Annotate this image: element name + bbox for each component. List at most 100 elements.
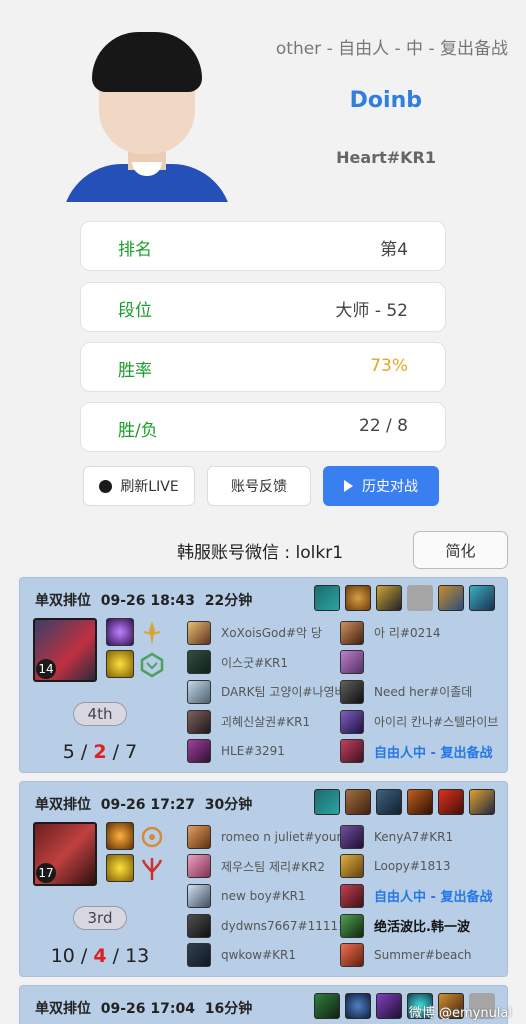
player-name: 괴혜신살권#KR1 bbox=[221, 715, 311, 730]
player-row[interactable]: Summer#beach bbox=[340, 940, 504, 970]
team-b-list: 아 리#0214 Need her#이졸데 아이리 칸나#스텔라이브 自由人中 … bbox=[340, 618, 504, 766]
player-row[interactable]: 自由人中 - 复出备战 bbox=[340, 881, 504, 911]
champion-icon bbox=[340, 943, 364, 968]
item-icon bbox=[314, 585, 340, 611]
player-row[interactable]: XoXoisGod#악 당 bbox=[187, 618, 351, 648]
player-name: Summer#beach bbox=[374, 948, 472, 963]
player-name: Doinb bbox=[349, 88, 422, 113]
player-row[interactable]: 이스굿#KR1 bbox=[187, 648, 351, 678]
item-bar bbox=[314, 789, 495, 815]
player-row[interactable]: romeo n juliet#youra bbox=[187, 822, 351, 852]
champion-icon bbox=[340, 883, 364, 908]
player-row[interactable]: 아이리 칸나#스텔라이브 bbox=[340, 707, 504, 737]
champion-icon bbox=[340, 854, 364, 879]
player-row[interactable]: KenyA7#KR1 bbox=[340, 822, 504, 852]
account-feedback-label: 账号反馈 bbox=[231, 479, 287, 495]
player-name: HLE#3291 bbox=[221, 744, 285, 759]
player-row[interactable]: Need her#이졸데 bbox=[340, 677, 504, 707]
match-history-label: 历史对战 bbox=[362, 479, 418, 495]
summoner-spell-icon bbox=[106, 618, 134, 646]
player-name: qwkow#KR1 bbox=[221, 948, 297, 963]
player-name: DARK팀 고양이#나영바 bbox=[221, 685, 346, 700]
kda-deaths: 2 bbox=[93, 741, 107, 763]
match-mode: 单双排位 bbox=[35, 1001, 91, 1017]
match-duration: 16分钟 bbox=[204, 1001, 253, 1017]
secondary-rune-icon bbox=[140, 652, 164, 678]
player-row[interactable]: Loopy#1813 bbox=[340, 852, 504, 882]
champion-icon bbox=[340, 709, 364, 734]
champion-icon bbox=[340, 913, 364, 938]
flash-spell-icon bbox=[106, 650, 134, 678]
player-name: 아이리 칸나#스텔라이브 bbox=[374, 715, 499, 730]
champion-icon bbox=[340, 620, 364, 645]
kda-score: 10 / 4 / 13 bbox=[50, 945, 150, 967]
player-row[interactable]: 아 리#0214 bbox=[340, 618, 504, 648]
item-icon bbox=[438, 789, 464, 815]
match-history-button[interactable]: 历史对战 bbox=[323, 466, 439, 506]
item-bar bbox=[314, 585, 495, 611]
match-header: 单双排位 09-26 18:43 22分钟 bbox=[35, 590, 252, 610]
stat-label: 排名 bbox=[118, 240, 152, 260]
refresh-live-label: 刷新LIVE bbox=[120, 479, 179, 495]
kda-kills: 10 bbox=[50, 945, 75, 967]
stat-card-winrate: 胜率 73% bbox=[80, 342, 446, 392]
champion-icon bbox=[187, 913, 211, 938]
kda-deaths: 4 bbox=[93, 945, 107, 967]
match-mode: 单双排位 bbox=[35, 593, 91, 609]
team-status-line: other - 自由人 - 中 - 复出备战 bbox=[275, 39, 508, 59]
item-icon bbox=[376, 789, 402, 815]
match-card[interactable]: 单双排位 09-26 17:27 30分钟 17 3rd 10 / 4 / 13… bbox=[19, 781, 508, 977]
champion-icon bbox=[340, 679, 364, 704]
kda-assists: 13 bbox=[125, 945, 150, 967]
player-photo bbox=[62, 32, 232, 202]
player-row[interactable]: 自由人中 - 复出备战 bbox=[340, 736, 504, 766]
player-name: 绝活波比.韩一波 bbox=[374, 920, 470, 936]
player-row[interactable]: new boy#KR1 bbox=[187, 881, 351, 911]
item-icon bbox=[407, 789, 433, 815]
flash-spell-icon bbox=[106, 854, 134, 882]
match-card[interactable]: 单双排位 09-26 18:43 22分钟 14 4th 5 / 2 / 7 X… bbox=[19, 577, 508, 773]
stat-card-tier: 段位 大师 - 52 bbox=[80, 282, 446, 332]
player-row[interactable]: HLE#3291 bbox=[187, 736, 351, 766]
player-name: Need her#이졸데 bbox=[374, 685, 473, 700]
player-name: Loopy#1813 bbox=[374, 859, 451, 874]
stat-card-win-loss: 胜/负 22 / 8 bbox=[80, 402, 446, 452]
champion-portrait: 14 bbox=[33, 618, 97, 682]
champion-icon bbox=[187, 943, 211, 968]
stat-value: 大师 - 52 bbox=[335, 301, 408, 321]
player-name: dydwns7667#11111 bbox=[221, 918, 346, 933]
empty-item-slot bbox=[407, 585, 433, 611]
stat-label: 段位 bbox=[118, 301, 152, 321]
kda-kills: 5 bbox=[62, 741, 75, 763]
player-row[interactable]: qwkow#KR1 bbox=[187, 940, 351, 970]
play-icon bbox=[344, 480, 353, 492]
player-name: 제우스팀 제리#KR2 bbox=[221, 859, 325, 874]
profile-header: other - 自由人 - 中 - 复出备战 Doinb Heart#KR1 bbox=[0, 0, 526, 215]
player-name: new boy#KR1 bbox=[221, 888, 306, 903]
match-time: 09-26 18:43 bbox=[100, 593, 195, 609]
item-icon bbox=[345, 993, 371, 1019]
item-icon bbox=[345, 789, 371, 815]
match-mode: 单双排位 bbox=[35, 797, 91, 813]
match-header: 单双排位 09-26 17:27 30分钟 bbox=[35, 794, 252, 814]
champion-icon bbox=[340, 824, 364, 849]
secondary-rune-icon bbox=[141, 858, 163, 880]
player-row[interactable]: 괴혜신살권#KR1 bbox=[187, 707, 351, 737]
refresh-live-button[interactable]: 刷新LIVE bbox=[83, 466, 195, 506]
player-row[interactable] bbox=[340, 648, 504, 678]
self-player-name: 自由人中 - 复出备战 bbox=[374, 890, 493, 906]
player-name: romeo n juliet#youra bbox=[221, 829, 349, 844]
placement-badge: 3rd bbox=[73, 906, 127, 930]
player-row[interactable]: 제우스팀 제리#KR2 bbox=[187, 852, 351, 882]
simplify-button[interactable]: 简化 bbox=[413, 531, 508, 569]
champion-icon bbox=[187, 620, 211, 645]
item-icon bbox=[314, 789, 340, 815]
team-a-list: romeo n juliet#youra 제우스팀 제리#KR2 new boy… bbox=[187, 822, 351, 970]
account-feedback-button[interactable]: 账号反馈 bbox=[207, 466, 311, 506]
stat-card-rank: 排名 第4 bbox=[80, 221, 446, 271]
player-row[interactable]: dydwns7667#11111 bbox=[187, 911, 351, 941]
player-row[interactable]: DARK팀 고양이#나영바 bbox=[187, 677, 351, 707]
champion-icon bbox=[340, 739, 364, 764]
player-row[interactable]: 绝活波比.韩一波 bbox=[340, 911, 504, 941]
keystone-rune-icon bbox=[143, 621, 161, 645]
